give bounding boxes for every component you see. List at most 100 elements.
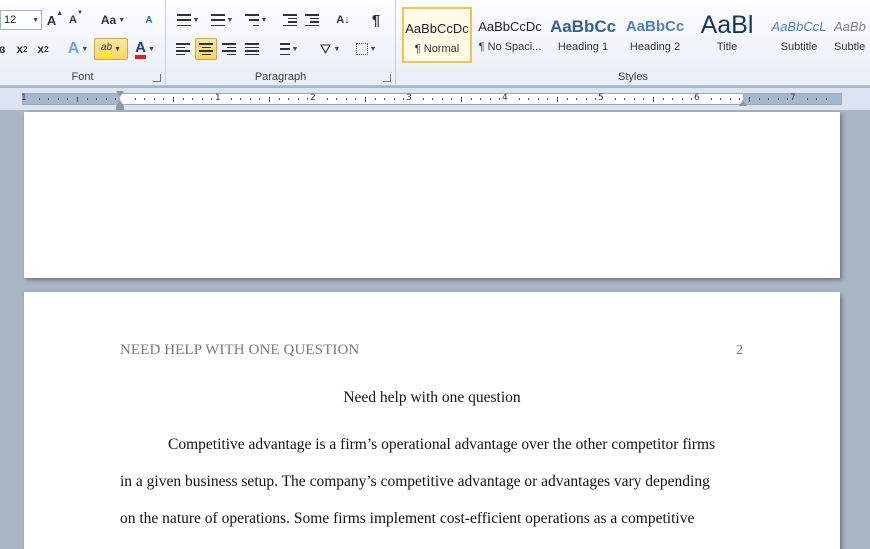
justify-icon (245, 43, 259, 55)
ruler-tick (633, 98, 635, 100)
style-normal[interactable]: AaBbCcDc ¶ Normal (402, 7, 472, 63)
document-title[interactable]: Need help with one question (24, 389, 840, 407)
ruler-tick (201, 98, 203, 100)
ruler-tick (566, 98, 568, 100)
ruler-tick (326, 98, 328, 100)
ruler-tick (96, 98, 98, 100)
ruler-tick (537, 98, 539, 100)
ruler-number: 1 (215, 93, 221, 103)
paragraph-dialog-launcher-icon[interactable] (383, 74, 391, 82)
ruler-tick (557, 97, 558, 102)
ruler-tick (374, 98, 376, 100)
font-size-combo[interactable]: 12 ▼ (0, 10, 42, 30)
body-text-line[interactable]: Competitive advantage is a firm’s operat… (168, 436, 715, 454)
show-formatting-button[interactable]: ¶ (366, 9, 386, 31)
page-1-bottom[interactable] (24, 112, 840, 278)
font-color-button[interactable]: A ▼ (130, 38, 160, 60)
font-color-icon: A (135, 40, 146, 59)
ruler-bar: 1 1 2 3 4 5 6 7 (21, 93, 842, 105)
align-right-button[interactable] (218, 38, 240, 60)
change-case-button[interactable]: Aa ▼ (98, 9, 128, 31)
ruler-tick (48, 98, 50, 100)
align-left-button[interactable] (172, 38, 194, 60)
bullets-button[interactable]: ▼ (172, 9, 204, 31)
multilevel-list-icon (244, 14, 259, 26)
style-heading-2[interactable]: AaBbCc Heading 2 (620, 7, 690, 63)
ruler-number: 5 (598, 93, 604, 103)
strikethrough-button[interactable]: ɞ (0, 38, 8, 60)
paragraph-group: ▼ ▼ ▼ A↓ ¶ ▼ ⛛ ▼ ▼ Paragraph (166, 0, 396, 86)
style-heading-1[interactable]: AaBbCc Heading 1 (548, 7, 618, 63)
ruler-tick (691, 98, 693, 100)
running-header[interactable]: NEED HELP WITH ONE QUESTION (120, 342, 359, 359)
shading-button[interactable]: ⛛ ▼ (314, 38, 346, 60)
sort-icon: A↓ (336, 14, 350, 26)
superscript-button[interactable]: x2 (33, 38, 53, 60)
ruler-tick (489, 98, 491, 100)
first-line-indent-marker[interactable] (116, 91, 124, 97)
chevron-down-icon: ▼ (369, 45, 377, 53)
ruler-tick (749, 97, 750, 102)
increase-indent-button[interactable] (302, 9, 322, 31)
ruler-tick (67, 98, 69, 100)
ruler-tick (249, 98, 251, 100)
borders-icon (355, 43, 368, 55)
ruler-tick (77, 97, 78, 102)
ruler-tick (57, 98, 59, 100)
style-subtitle[interactable]: AaBbCcL Subtitle (764, 7, 834, 63)
decrease-indent-button[interactable] (280, 9, 300, 31)
page-2[interactable]: NEED HELP WITH ONE QUESTION 2 Need help … (24, 292, 840, 549)
line-spacing-button[interactable]: ▼ (272, 38, 302, 60)
font-dialog-launcher-icon[interactable] (153, 74, 161, 82)
chevron-down-icon: ▼ (114, 45, 122, 53)
ruler-tick (653, 97, 654, 102)
ruler-tick (614, 98, 616, 100)
ruler-tick (432, 98, 434, 100)
align-center-button[interactable] (195, 38, 217, 60)
ruler-tick (480, 98, 482, 100)
justify-button[interactable] (241, 38, 263, 60)
right-indent-marker[interactable] (739, 100, 747, 106)
shrink-font-button[interactable]: A ▼ (66, 9, 86, 31)
ruler-tick (259, 98, 261, 100)
clear-formatting-button[interactable]: A (138, 9, 160, 31)
ruler-tick (595, 98, 597, 100)
style-subtle-emphasis[interactable]: AaBb Subtle (834, 7, 870, 63)
horizontal-ruler[interactable]: 1 1 2 3 4 5 6 7 (0, 88, 870, 110)
ruler-tick (278, 98, 280, 100)
ribbon: 12 ▼ A ▲ A ▼ Aa ▼ A ɞ x2 x2 A ▼ ab ▼ A ▼… (0, 0, 870, 86)
ruler-tick (528, 98, 530, 100)
ruler-tick (729, 98, 731, 100)
ruler-tick (365, 97, 366, 102)
borders-button[interactable]: ▼ (350, 38, 382, 60)
ruler-tick (105, 98, 107, 100)
style-title[interactable]: AaBl Title (692, 7, 762, 63)
shrink-arrow-icon: ▼ (77, 10, 83, 16)
text-highlight-button[interactable]: ab ▼ (94, 38, 128, 60)
style-no-spacing[interactable]: AaBbCcDc ¶ No Spaci... (475, 7, 545, 63)
ruler-tick (681, 98, 683, 100)
ruler-tick (393, 98, 395, 100)
ruler-tick (758, 98, 760, 100)
align-center-icon (199, 43, 213, 55)
ruler-tick (307, 98, 309, 100)
ruler-tick (173, 97, 174, 102)
ruler-number: 7 (790, 93, 796, 103)
multilevel-list-button[interactable]: ▼ (240, 9, 272, 31)
pilcrow-icon: ¶ (371, 11, 381, 29)
text-effects-icon: A (67, 40, 80, 57)
subscript-button[interactable]: x2 (12, 38, 32, 60)
ruler-tick (547, 98, 549, 100)
ruler-tick (384, 98, 386, 100)
ruler-tick (720, 98, 722, 100)
document-area[interactable]: NEED HELP WITH ONE QUESTION 2 Need help … (0, 110, 870, 549)
sort-button[interactable]: A↓ (332, 9, 354, 31)
align-left-icon (176, 43, 190, 55)
page-number[interactable]: 2 (736, 343, 743, 359)
numbering-button[interactable]: ▼ (206, 9, 238, 31)
text-effects-button[interactable]: A ▼ (64, 38, 92, 60)
ruler-tick (422, 98, 424, 100)
body-text-line[interactable]: on the nature of operations. Some firms … (120, 510, 694, 528)
body-text-line[interactable]: in a given business setup. The company’s… (120, 473, 710, 491)
grow-font-button[interactable]: A ▲ (45, 9, 65, 31)
